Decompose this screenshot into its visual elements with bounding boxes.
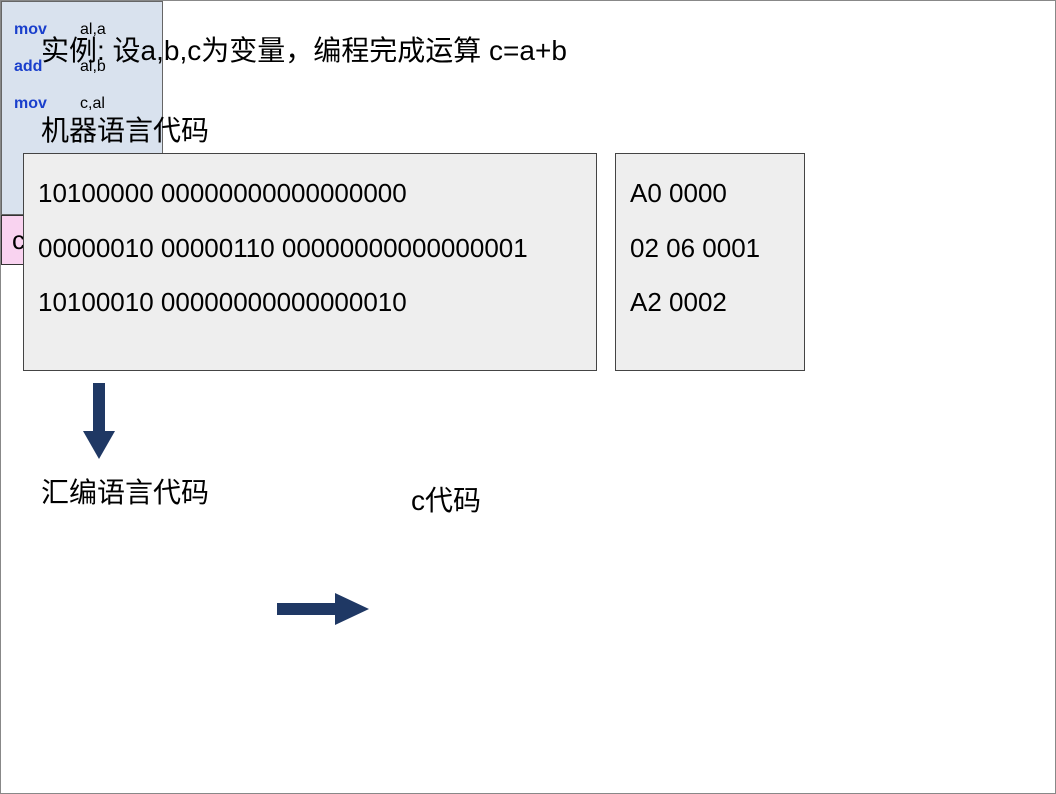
hex-line-3: A2 0002: [630, 275, 790, 330]
binary-line-3: 10100010 00000000000000010: [38, 275, 582, 330]
hex-line-1: A0 0000: [630, 166, 790, 221]
hex-code-box: A0 0000 02 06 0001 A2 0002: [615, 153, 805, 371]
assembly-language-label: 汇编语言代码: [41, 471, 209, 511]
binary-code-box: 10100000 00000000000000000 00000010 0000…: [23, 153, 597, 371]
arrow-right-icon: [273, 589, 373, 629]
binary-line-2: 00000010 00000110 00000000000000001: [38, 221, 582, 276]
example-title: 实例: 设a,b,c为变量，编程完成运算 c=a+b: [41, 29, 567, 69]
machine-language-label: 机器语言代码: [41, 109, 209, 149]
arrow-down-icon: [79, 379, 119, 461]
hex-line-2: 02 06 0001: [630, 221, 790, 276]
c-code-label: c代码: [411, 479, 481, 519]
binary-line-1: 10100000 00000000000000000: [38, 166, 582, 221]
